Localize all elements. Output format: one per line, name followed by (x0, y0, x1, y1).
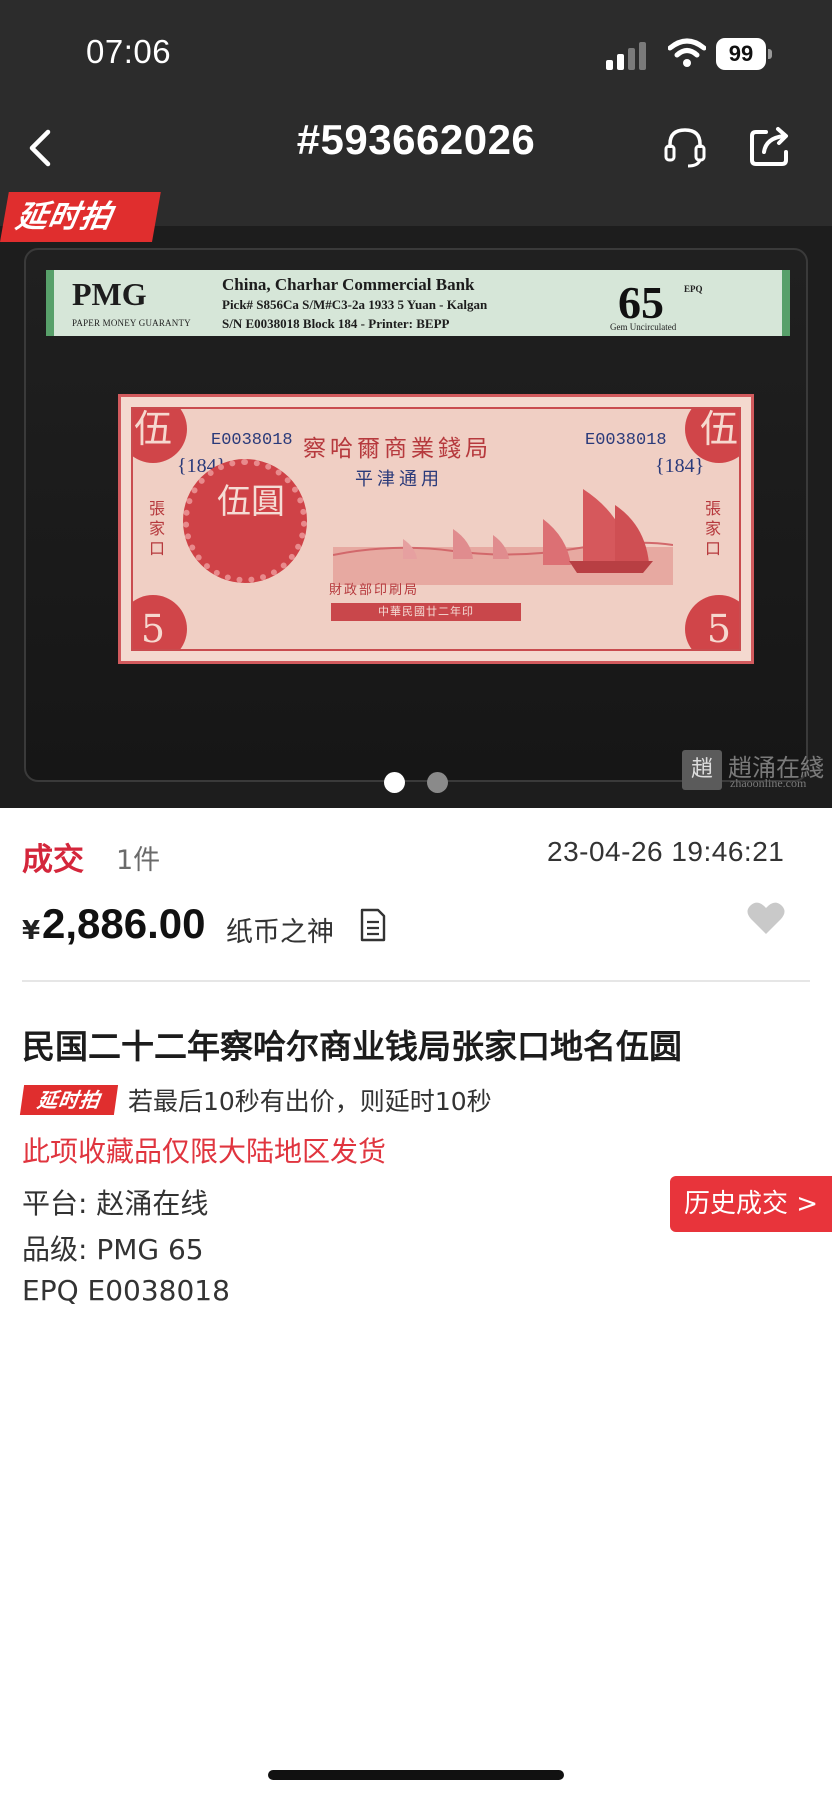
note-print-date: 中華民國廿二年印 (331, 603, 521, 621)
note-corner-bottom-right: 5 (685, 595, 739, 649)
banknote: 伍 伍 5 5 E0038018 E0038018 {184} {184} 察哈… (118, 394, 754, 664)
carousel-dot-2[interactable] (426, 772, 448, 793)
note-place-right: 張家口 (705, 499, 722, 558)
status-bar: 07:06 99 (0, 0, 832, 100)
nav-bar: #593662026 (0, 100, 832, 196)
auction-extension-note: 若最后10秒有出价，则延时10秒 (128, 1087, 492, 1116)
battery-icon: 99 (716, 38, 774, 70)
item-grade: 品级: PMG 65 (22, 1233, 204, 1266)
history-deals-button[interactable]: 历史成交 > (670, 1176, 832, 1232)
image-carousel[interactable]: PMG PAPER MONEY GUARANTY China, Charhar … (0, 226, 832, 808)
share-icon[interactable] (746, 122, 794, 170)
note-serial-right: E0038018 (585, 431, 667, 450)
note-printer: 財政部印刷局 (329, 583, 420, 598)
deal-time: 23-04-26 19:46:21 (547, 836, 785, 867)
note-corner-bottom-left: 5 (133, 595, 187, 649)
favorite-heart-icon[interactable] (746, 900, 786, 936)
note-bank-name: 察哈爾商業錢局 (303, 436, 492, 462)
seller-document-icon[interactable] (360, 908, 386, 942)
note-place-left: 張家口 (149, 499, 166, 558)
item-platform: 平台: 赵涌在线 (22, 1187, 209, 1220)
note-ships-vignette (333, 489, 673, 585)
section-divider (22, 980, 810, 982)
pmg-logo: PMG (72, 276, 147, 312)
note-serial-left: E0038018 (211, 431, 293, 450)
banknote-slab-image: PMG PAPER MONEY GUARANTY China, Charhar … (24, 248, 824, 790)
deal-quantity: 1件 (116, 845, 161, 876)
seller-name[interactable]: 纸币之神 (226, 910, 334, 949)
item-title: 民国二十二年察哈尔商业钱局张家口地名伍圆 (22, 1027, 682, 1066)
deal-status: 成交 (22, 842, 84, 878)
deal-price: 2,886.00 (42, 900, 206, 947)
battery-level: 99 (716, 38, 766, 70)
home-indicator[interactable] (268, 1770, 564, 1780)
note-block-right: {184} (655, 455, 705, 477)
note-denomination-medallion: 伍圓 (183, 459, 307, 583)
shipping-region-note: 此项收藏品仅限大陆地区发货 (22, 1135, 387, 1168)
customer-service-icon[interactable] (662, 124, 708, 170)
cellular-signal-icon (606, 38, 650, 70)
carousel-pagination (0, 772, 832, 794)
note-denomination: 伍圓 (217, 482, 285, 522)
delayed-auction-tag: 延时拍 (19, 1085, 119, 1115)
delayed-auction-badge: 延时拍 (0, 192, 161, 242)
label-grade-desc: Gem Uncirculated (610, 322, 677, 332)
label-grade-suffix: EPQ (684, 284, 703, 294)
pmg-logo-subtitle: PAPER MONEY GUARANTY (72, 318, 191, 328)
item-epq-serial: EPQ E0038018 (22, 1274, 230, 1307)
carousel-dot-1[interactable] (384, 772, 406, 793)
wifi-icon (668, 38, 706, 67)
status-time: 07:06 (86, 33, 172, 70)
label-serial-line: S/N E0038018 Block 184 - Printer: BEPP (222, 316, 450, 331)
pmg-label: PMG PAPER MONEY GUARANTY China, Charhar … (46, 270, 790, 336)
price-currency: ¥ (22, 916, 41, 946)
label-bank-line: China, Charhar Commercial Bank (222, 275, 475, 294)
label-pick-line: Pick# S856Ca S/M#C3-2a 1933 5 Yuan - Kal… (222, 297, 488, 312)
